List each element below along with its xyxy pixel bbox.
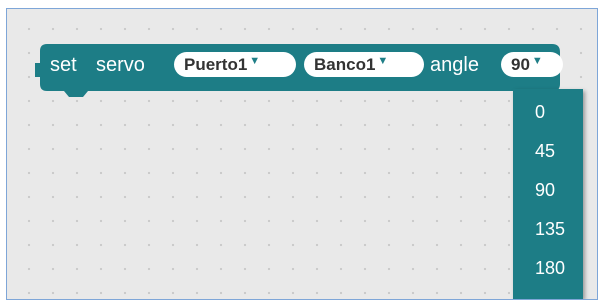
angle-dropdown[interactable]: 90 ▼ bbox=[501, 52, 563, 77]
bank-dropdown[interactable]: Banco1 ▼ bbox=[304, 52, 424, 77]
blockly-workspace[interactable]: set servo Puerto1 ▼ Banco1 ▼ angle 90 ▼ … bbox=[6, 8, 598, 300]
port-value: Puerto1 bbox=[184, 54, 248, 74]
port-dropdown[interactable]: Puerto1 ▼ bbox=[174, 52, 296, 77]
chevron-down-icon: ▼ bbox=[377, 54, 389, 67]
dropdown-option-0[interactable]: 0 bbox=[513, 93, 583, 132]
angle-value: 90 bbox=[511, 54, 530, 74]
dropdown-option-135[interactable]: 135 bbox=[513, 210, 583, 249]
angle-dropdown-menu: 0 45 90 135 180 bbox=[513, 89, 583, 299]
dropdown-option-45[interactable]: 45 bbox=[513, 132, 583, 171]
angle-label: angle bbox=[430, 53, 479, 76]
dropdown-option-180[interactable]: 180 bbox=[513, 249, 583, 288]
servo-label: servo bbox=[96, 53, 145, 76]
dropdown-option-90[interactable]: 90 bbox=[513, 171, 583, 210]
chevron-down-icon: ▼ bbox=[531, 54, 543, 67]
bank-value: Banco1 bbox=[314, 54, 376, 74]
set-servo-block[interactable]: set servo Puerto1 ▼ Banco1 ▼ angle 90 ▼ bbox=[32, 43, 572, 100]
chevron-down-icon: ▼ bbox=[249, 54, 261, 67]
set-label: set bbox=[50, 53, 77, 76]
